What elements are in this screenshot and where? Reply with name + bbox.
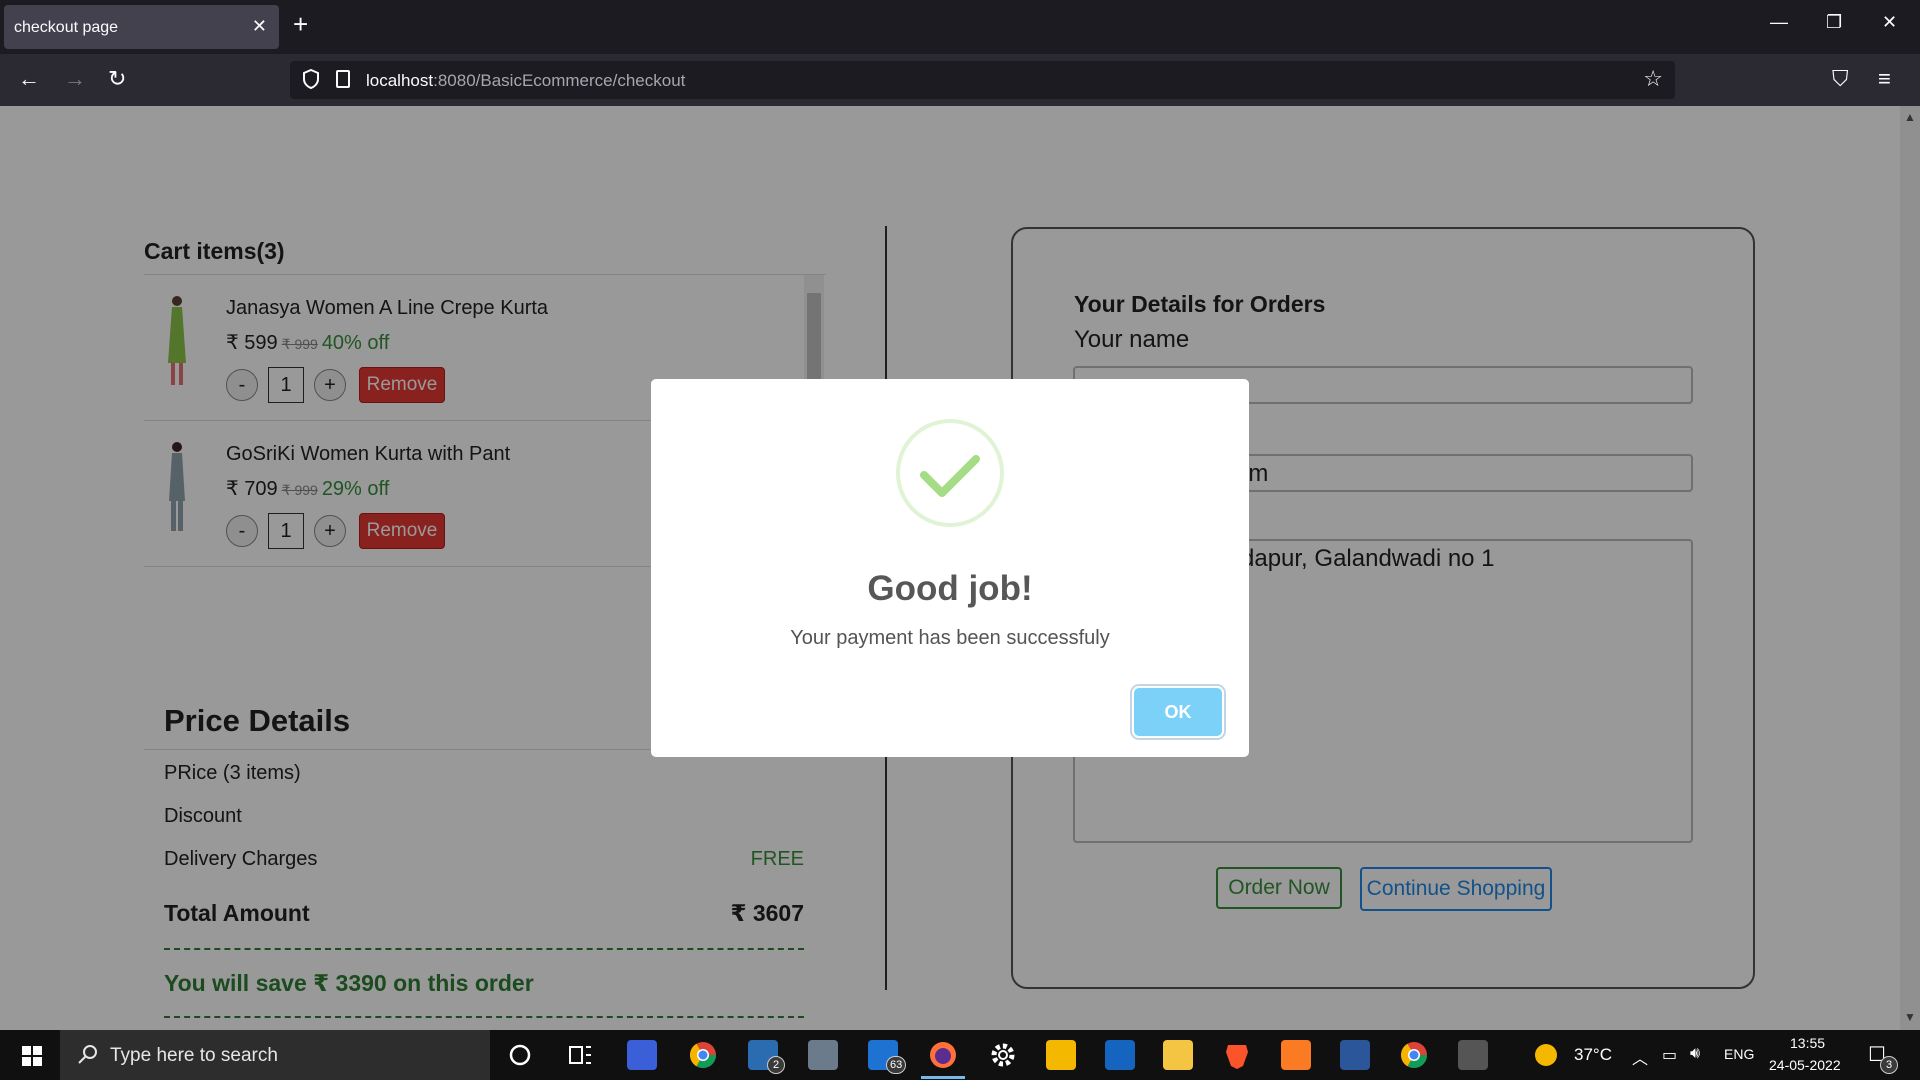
file-explorer-icon[interactable]: [1163, 1040, 1193, 1070]
forward-button[interactable]: →: [64, 66, 86, 92]
app-icon[interactable]: [1458, 1040, 1488, 1070]
app-icon[interactable]: [1046, 1040, 1076, 1070]
xampp-icon[interactable]: [1281, 1040, 1311, 1070]
pocket-icon[interactable]: ⛉: [1832, 66, 1849, 92]
word-icon[interactable]: [1340, 1040, 1370, 1070]
modal-title: Good job!: [867, 569, 1033, 608]
browser-tab[interactable]: checkout page ✕: [4, 5, 279, 49]
success-check-icon: [896, 419, 1004, 527]
shield-icon[interactable]: [302, 69, 320, 89]
url-path: :8080/BasicEcommerce/checkout: [433, 71, 686, 90]
chrome-icon[interactable]: [688, 1040, 718, 1070]
modal-message: Your payment has been successfuly: [790, 627, 1110, 649]
battery-icon[interactable]: ▭: [1662, 1045, 1677, 1065]
brave-icon[interactable]: [1222, 1040, 1252, 1070]
mail-badge: 2: [767, 1056, 785, 1074]
browser-nav-bar: ← → ↻ localhost:8080/BasicEcommerce/chec…: [0, 54, 1920, 106]
new-tab-button[interactable]: +: [293, 9, 308, 40]
notifications-badge: 3: [1880, 1056, 1898, 1074]
firefox-active-indicator: [921, 1076, 965, 1079]
close-window-button[interactable]: ✕: [1882, 12, 1897, 33]
task-view-icon[interactable]: [565, 1040, 595, 1070]
minimize-button[interactable]: —: [1770, 12, 1788, 33]
menu-icon[interactable]: ≡: [1878, 66, 1891, 92]
clock-date[interactable]: 24-05-2022: [1769, 1057, 1841, 1073]
tab-title: checkout page: [14, 19, 119, 36]
check-mark-icon: [920, 455, 980, 497]
windows-logo-icon: [22, 1046, 31, 1055]
outlook-badge: 63: [886, 1056, 907, 1074]
cortana-icon[interactable]: [505, 1040, 535, 1070]
restore-button[interactable]: ❐: [1826, 12, 1842, 33]
settings-gear-icon[interactable]: [988, 1040, 1018, 1070]
bookmark-star-icon[interactable]: ☆: [1643, 66, 1663, 92]
reload-button[interactable]: ↻: [108, 66, 126, 92]
weather-sun-icon[interactable]: [1534, 1043, 1558, 1067]
ok-button[interactable]: OK: [1134, 688, 1222, 736]
camera-icon[interactable]: [808, 1040, 838, 1070]
clock-time[interactable]: 13:55: [1790, 1035, 1825, 1051]
chevron-up-icon[interactable]: ︿: [1632, 1045, 1648, 1069]
page-info-icon[interactable]: [336, 70, 350, 88]
temperature[interactable]: 37°C: [1574, 1045, 1612, 1065]
url-bar[interactable]: localhost:8080/BasicEcommerce/checkout ☆: [290, 61, 1675, 99]
app-icon[interactable]: [627, 1040, 657, 1070]
language-indicator[interactable]: ENG: [1724, 1046, 1754, 1062]
back-button[interactable]: ←: [18, 66, 40, 92]
search-placeholder: Type here to search: [110, 1045, 278, 1066]
volume-icon[interactable]: 🔊︎: [1690, 1045, 1700, 1063]
windows-taskbar: Type here to search 2 63 37°C ︿ ▭ 🔊︎ ENG…: [0, 1030, 1920, 1080]
tab-close-icon[interactable]: ✕: [252, 16, 267, 37]
media-player-icon[interactable]: [1105, 1040, 1135, 1070]
taskbar-search[interactable]: Type here to search: [60, 1030, 490, 1080]
success-modal: Good job! Your payment has been successf…: [651, 379, 1249, 757]
firefox-icon[interactable]: [928, 1040, 958, 1070]
search-icon: [78, 1045, 97, 1064]
start-button[interactable]: [22, 1046, 42, 1066]
browser-tab-bar: checkout page ✕ + — ❐ ✕: [0, 0, 1920, 54]
url-text[interactable]: localhost:8080/BasicEcommerce/checkout: [366, 71, 685, 91]
chrome-icon[interactable]: [1399, 1040, 1429, 1070]
url-host: localhost: [366, 71, 434, 90]
